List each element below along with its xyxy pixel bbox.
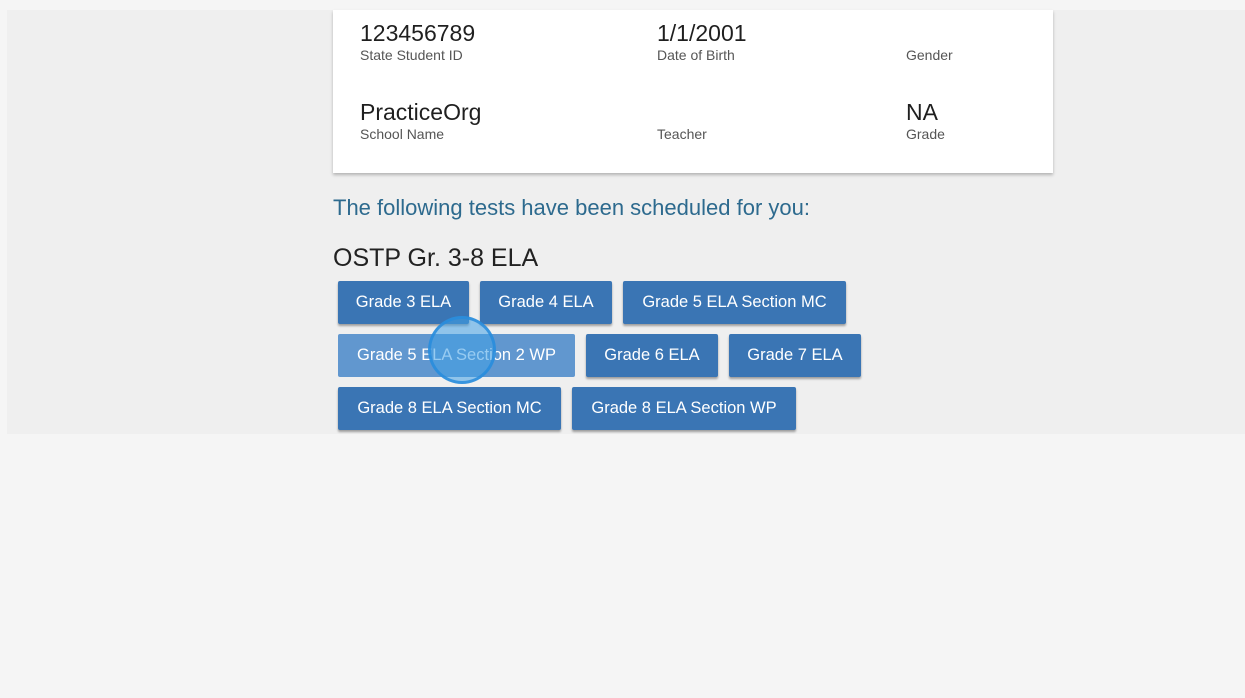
teacher-value [657, 99, 707, 125]
grade-7-ela-button[interactable]: Grade 7 ELA [729, 334, 861, 377]
grade-8-ela-section-wp-button[interactable]: Grade 8 ELA Section WP [572, 387, 796, 430]
grade-8-ela-section-mc-button[interactable]: Grade 8 ELA Section MC [338, 387, 561, 430]
state-student-id-value: 123456789 [360, 20, 476, 46]
date-of-birth-field: 1/1/2001 Date of Birth [657, 20, 747, 64]
grade-4-ela-button[interactable]: Grade 4 ELA [480, 281, 612, 324]
gender-label: Gender [906, 47, 953, 63]
teacher-label: Teacher [657, 126, 707, 142]
grade-6-ela-button[interactable]: Grade 6 ELA [586, 334, 718, 377]
date-of-birth-label: Date of Birth [657, 47, 735, 63]
grade-label: Grade [906, 126, 945, 142]
grade-3-ela-button[interactable]: Grade 3 ELA [338, 281, 469, 324]
scheduled-tests-heading: The following tests have been scheduled … [333, 195, 810, 220]
teacher-field: Teacher [657, 99, 707, 143]
top-margin [0, 0, 1245, 10]
school-name-value: PracticeOrg [360, 99, 482, 125]
gender-value [906, 20, 953, 46]
gender-field: Gender [906, 20, 953, 64]
date-of-birth-value: 1/1/2001 [657, 20, 747, 46]
school-name-label: School Name [360, 126, 445, 142]
grade-field: NA Grade [906, 99, 945, 143]
grade-value: NA [906, 99, 938, 125]
empty-lower-area [0, 434, 1245, 698]
state-student-id-field: 123456789 State Student ID [360, 20, 475, 64]
student-info-card: 123456789 State Student ID 1/1/2001 Date… [333, 10, 1053, 173]
grade-5-ela-section-2-wp-button[interactable]: Grade 5 ELA Section 2 WP [338, 334, 575, 377]
grade-5-ela-section-mc-button[interactable]: Grade 5 ELA Section MC [623, 281, 846, 324]
test-group-title: OSTP Gr. 3-8 ELA [333, 244, 539, 272]
school-name-field: PracticeOrg School Name [360, 99, 481, 143]
state-student-id-label: State Student ID [360, 47, 463, 63]
